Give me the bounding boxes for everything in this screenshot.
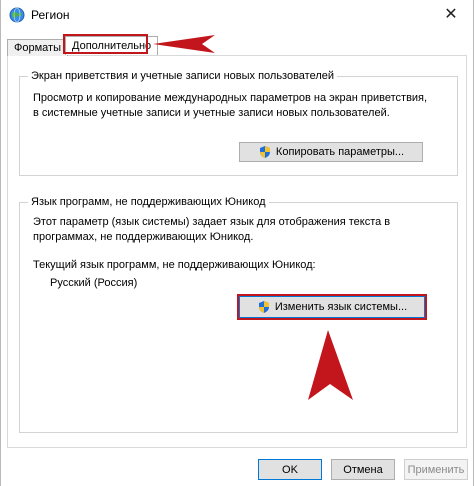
window-title: Регион (31, 8, 70, 22)
apply-button[interactable]: Применить (404, 459, 468, 480)
cancel-button[interactable]: Отмена (331, 459, 395, 480)
welcome-description-line1: Просмотр и копирование международных пар… (33, 92, 428, 104)
annotation-arrow-tab (153, 35, 215, 53)
title-bar: Регион ✕ (1, 0, 473, 30)
close-icon: ✕ (444, 6, 458, 23)
region-dialog: Регион ✕ Форматы Дополнительно Экран при… (0, 0, 474, 486)
welcome-description-line2: в системные учетные записи и учетные зап… (33, 107, 390, 119)
current-language-label: Текущий язык программ, не поддерживающих… (33, 259, 316, 271)
change-system-locale-button[interactable]: Изменить язык системы... (239, 296, 425, 318)
non-unicode-group-title: Язык программ, не поддерживающих Юникод (28, 196, 269, 208)
ok-button[interactable]: OK (258, 459, 322, 480)
welcome-group-title: Экран приветствия и учетные записи новых… (28, 70, 338, 82)
close-button[interactable]: ✕ (439, 4, 463, 24)
current-language-value: Русский (Россия) (50, 277, 138, 289)
non-unicode-description-line1: Этот параметр (язык системы) задает язык… (33, 216, 391, 228)
copy-settings-button[interactable]: Копировать параметры... (239, 142, 423, 162)
uac-shield-icon (259, 146, 270, 158)
annotation-highlight-tab (63, 34, 148, 54)
tab-formats[interactable]: Форматы (7, 39, 68, 56)
copy-settings-label: Копировать параметры... (275, 146, 405, 158)
uac-shield-icon (258, 301, 269, 313)
globe-icon (9, 7, 25, 23)
change-system-locale-label: Изменить язык системы... (274, 301, 408, 313)
non-unicode-description-line2: программах, не поддерживающих Юникод. (33, 231, 254, 243)
